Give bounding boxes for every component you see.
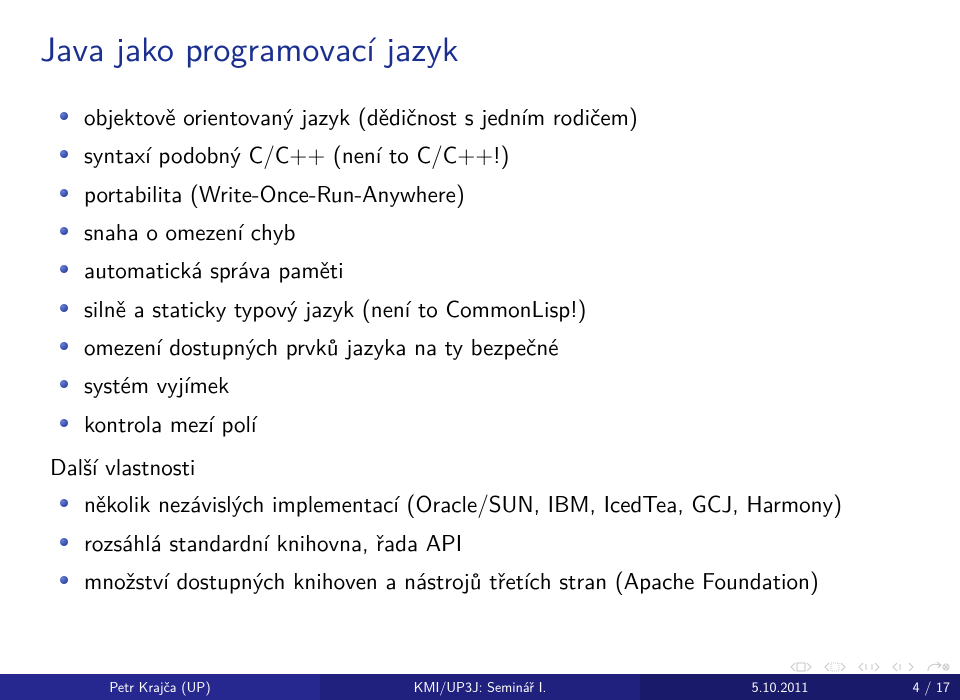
- footer-date: 5.10.2011: [752, 677, 809, 697]
- list-item: několik nezávislých implementací (Oracle…: [84, 487, 920, 520]
- footer-page: 4 / 17: [913, 677, 950, 697]
- bullet-list-2: několik nezávislých implementací (Oracle…: [40, 487, 920, 597]
- list-item: systém vyjímek: [84, 368, 920, 401]
- list-item: rozsáhlá standardní knihovna, řada API: [84, 526, 920, 559]
- slide-title: Java jako programovací jazyk: [40, 22, 920, 72]
- footer: Petr Krajča (UP) KMI/UP3J: Seminář I. 5.…: [0, 674, 960, 700]
- nav-prev-icon[interactable]: [824, 661, 846, 673]
- nav-last-icon[interactable]: [892, 661, 914, 673]
- list-item: portabilita (Write-Once-Run-Anywhere): [84, 177, 920, 210]
- footer-right: 5.10.2011 4 / 17: [640, 674, 960, 700]
- slide: Java jako programovací jazyk objektově o…: [0, 0, 960, 700]
- bullet-list-1: objektově orientovaný jazyk (dědičnost s…: [40, 100, 920, 440]
- list-item: snaha o omezení chyb: [84, 215, 920, 248]
- list-item: omezení dostupných prvků jazyka na ty be…: [84, 330, 920, 363]
- list-item: syntaxí podobný C/C++ (není to C/C++!): [84, 138, 920, 171]
- list-item: automatická správa paměti: [84, 253, 920, 286]
- footer-author: Petr Krajča (UP): [0, 674, 320, 700]
- nav-symbols: [790, 661, 950, 673]
- list-item: silně a staticky typový jazyk (není to C…: [84, 292, 920, 325]
- slide-body: objektově orientovaný jazyk (dědičnost s…: [40, 100, 920, 597]
- list-item: kontrola mezí polí: [84, 407, 920, 440]
- nav-first-icon[interactable]: [790, 661, 812, 673]
- nav-next-icon[interactable]: [858, 661, 880, 673]
- list-item: množství dostupných knihoven a nástrojů …: [84, 564, 920, 597]
- section-subhead: Další vlastnosti: [50, 450, 920, 483]
- list-item: objektově orientovaný jazyk (dědičnost s…: [84, 100, 920, 133]
- nav-back-icon[interactable]: [926, 661, 950, 673]
- footer-center: KMI/UP3J: Seminář I.: [320, 674, 640, 700]
